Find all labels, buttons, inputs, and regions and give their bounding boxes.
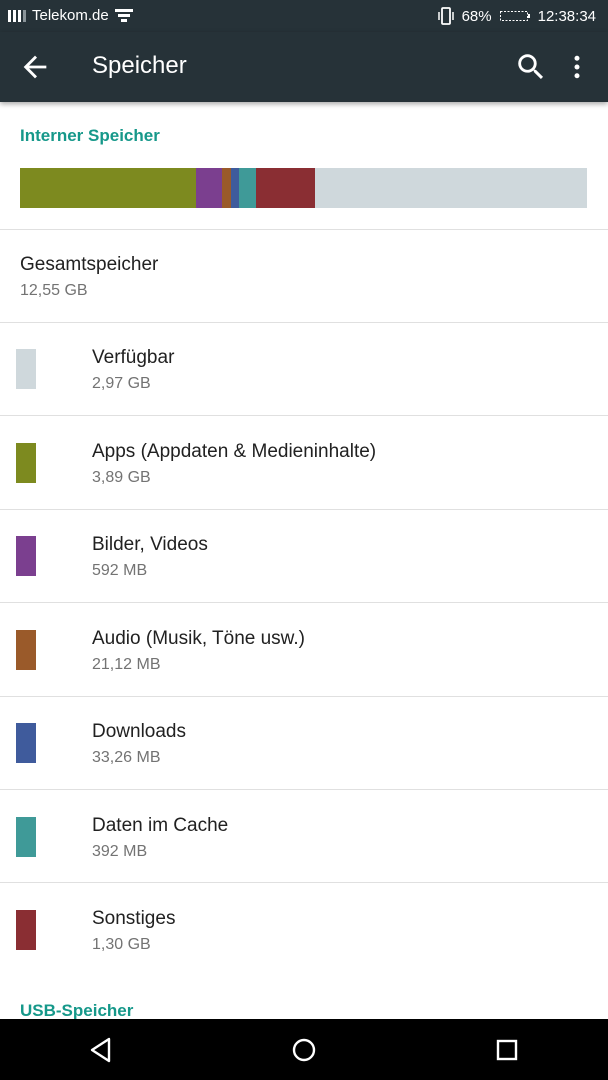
- battery-percent: 68%: [461, 7, 492, 25]
- app-bar: Speicher: [0, 32, 608, 102]
- item-label: Apps (Appdaten & Medieninhalte): [92, 441, 377, 462]
- total-storage-value: 12,55 GB: [20, 282, 88, 299]
- usage-bar-segment: [222, 168, 231, 208]
- item-label: Verfügbar: [92, 347, 175, 368]
- color-swatch: [16, 443, 36, 483]
- storage-item-images-videos[interactable]: Bilder, Videos 592 MB: [0, 509, 608, 602]
- color-swatch: [16, 536, 36, 576]
- home-nav-icon: [292, 1038, 316, 1062]
- nav-recents-button[interactable]: [492, 1035, 522, 1065]
- arrow-back-icon: [23, 55, 47, 79]
- color-swatch: [16, 817, 36, 857]
- storage-item-available[interactable]: Verfügbar 2,97 GB: [0, 322, 608, 415]
- recents-nav-icon: [496, 1039, 518, 1061]
- storage-item-apps[interactable]: Apps (Appdaten & Medieninhalte) 3,89 GB: [0, 416, 608, 509]
- search-icon: [518, 54, 544, 80]
- storage-item-audio[interactable]: Audio (Musik, Töne usw.) 21,12 MB: [0, 603, 608, 696]
- back-button[interactable]: [18, 50, 52, 84]
- usage-bar-segment: [230, 168, 240, 208]
- item-value: 3,89 GB: [92, 469, 151, 486]
- color-swatch: [16, 630, 36, 670]
- item-value: 2,97 GB: [92, 375, 151, 392]
- back-nav-icon: [90, 1037, 111, 1063]
- signal-icon: [8, 9, 26, 22]
- color-swatch: [16, 349, 36, 389]
- vibrate-icon: [437, 7, 454, 25]
- status-bar: Telekom.de 68% 12:38:34: [0, 0, 608, 32]
- more-vert-icon: [574, 55, 580, 79]
- item-value: 21,12 MB: [92, 656, 161, 673]
- storage-item-other[interactable]: Sonstiges 1,30 GB: [0, 883, 608, 976]
- total-storage-label: Gesamtspeicher: [20, 254, 159, 275]
- item-label: Bilder, Videos: [92, 534, 208, 555]
- wifi-icon: [114, 8, 133, 22]
- item-label: Daten im Cache: [92, 815, 229, 836]
- color-swatch: [16, 723, 36, 763]
- usage-bar-segment: [315, 168, 587, 208]
- usb-storage-header: USB-Speicher: [20, 1001, 134, 1020]
- storage-item-cache[interactable]: Daten im Cache 392 MB: [0, 790, 608, 883]
- usage-bar-segment: [239, 168, 257, 208]
- storage-usage-bar: [20, 168, 587, 208]
- navigation-bar: [0, 1019, 608, 1080]
- item-value: 33,26 MB: [92, 749, 161, 766]
- more-options-button[interactable]: [562, 50, 592, 84]
- search-button[interactable]: [514, 50, 548, 84]
- battery-icon: [499, 11, 530, 21]
- item-value: 1,30 GB: [92, 936, 151, 953]
- usage-bar-segment: [195, 168, 223, 208]
- color-swatch: [16, 910, 36, 950]
- internal-storage-header: Interner Speicher: [20, 126, 160, 145]
- item-value: 392 MB: [92, 843, 148, 860]
- item-label: Downloads: [92, 721, 186, 742]
- total-storage-row: Gesamtspeicher 12,55 GB: [0, 229, 608, 322]
- item-label: Sonstiges: [92, 908, 176, 929]
- carrier-name: Telekom.de: [32, 7, 109, 24]
- nav-home-button[interactable]: [289, 1035, 319, 1065]
- clock: 12:38:34: [537, 7, 596, 25]
- usage-bar-segment: [256, 168, 316, 208]
- page-title: Speicher: [92, 52, 187, 79]
- nav-back-button[interactable]: [86, 1035, 116, 1065]
- item-value: 592 MB: [92, 562, 148, 579]
- usage-bar-segment: [20, 168, 196, 208]
- item-label: Audio (Musik, Töne usw.): [92, 628, 305, 649]
- storage-item-downloads[interactable]: Downloads 33,26 MB: [0, 696, 608, 789]
